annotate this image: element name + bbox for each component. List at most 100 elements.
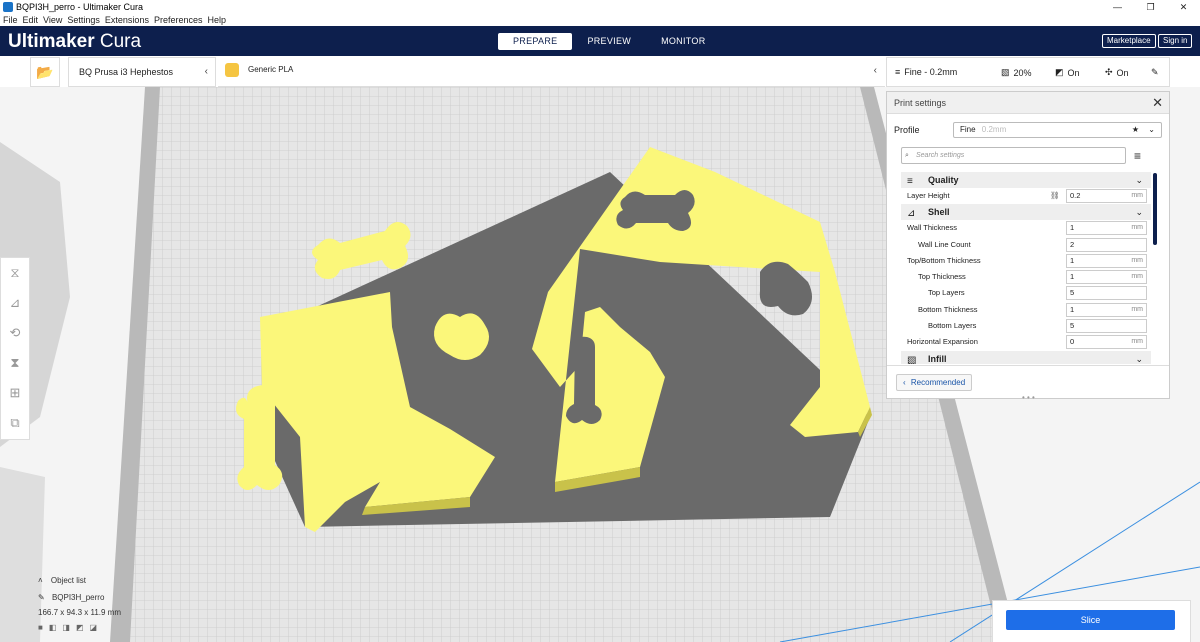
menu-settings[interactable]: Settings bbox=[67, 15, 100, 25]
adhesion-summary: ✣ On bbox=[1105, 67, 1129, 78]
menu-extensions[interactable]: Extensions bbox=[105, 15, 149, 25]
menu-help[interactable]: Help bbox=[207, 15, 226, 25]
support-icon: ◩ bbox=[1055, 67, 1064, 77]
object-list: ˄ Object list ✎ BQPI3H_perro 166.7 x 94.… bbox=[38, 576, 121, 632]
view-left-icon[interactable]: ◩ bbox=[76, 623, 84, 632]
menu-preferences[interactable]: Preferences bbox=[154, 15, 203, 25]
category-quality[interactable]: ≡ Quality ⌄ bbox=[901, 172, 1151, 188]
stage-tabs: PREPARE PREVIEW MONITOR bbox=[498, 33, 721, 50]
setting-value: 1 bbox=[1070, 272, 1075, 282]
setting-input[interactable]: 1 mm bbox=[1066, 221, 1147, 236]
settings-menu-icon[interactable]: ≡ bbox=[1134, 149, 1141, 163]
view-right-icon[interactable]: ◪ bbox=[90, 623, 98, 632]
category-infill[interactable]: ▧ Infill ⌄ bbox=[901, 350, 1151, 364]
setting-unit: mm bbox=[1131, 338, 1143, 346]
print-settings-panel: Print settings ✕ Profile Fine 0.2mm ★ ⌄ … bbox=[886, 91, 1170, 402]
setting-unit: mm bbox=[1131, 224, 1143, 232]
setting-row: Wall Line Count 2 bbox=[901, 237, 1151, 253]
menu-view[interactable]: View bbox=[43, 15, 62, 25]
tool-panel: ⧖ ⊿ ⟲ ⧗ ⊞ ⧉ bbox=[0, 257, 30, 440]
setting-unit: mm bbox=[1131, 192, 1143, 199]
profile-value: Fine bbox=[960, 125, 976, 134]
edit-settings-button[interactable]: ✎ bbox=[1151, 67, 1159, 78]
per-model-settings-icon[interactable]: ⊞ bbox=[1, 378, 29, 408]
chevron-left-icon: ‹ bbox=[204, 66, 208, 77]
view-front-icon[interactable]: ◧ bbox=[49, 623, 57, 632]
setting-label: Bottom Layers bbox=[928, 321, 977, 331]
setting-unit: mm bbox=[1131, 273, 1143, 281]
mirror-tool-icon[interactable]: ⧗ bbox=[1, 348, 29, 378]
category-label: Infill bbox=[928, 353, 947, 364]
open-file-button[interactable]: 📂 bbox=[30, 57, 60, 87]
setting-input[interactable]: 5 bbox=[1066, 319, 1147, 334]
setting-row: Top/Bottom Thickness 1 mm bbox=[901, 253, 1151, 269]
brand-logo: Ultimaker Cura bbox=[8, 31, 141, 53]
setting-input[interactable]: 2 bbox=[1066, 237, 1147, 252]
profile-summary: ≡ Fine - 0.2mm bbox=[895, 67, 957, 77]
setting-row: Horizontal Expansion 0 mm bbox=[901, 334, 1151, 350]
minimize-icon[interactable]: — bbox=[1101, 0, 1134, 14]
slice-button[interactable]: Slice bbox=[1006, 610, 1175, 630]
setting-input[interactable]: 0 mm bbox=[1066, 335, 1147, 350]
sign-in-button[interactable]: Sign in bbox=[1158, 34, 1193, 48]
print-setup-selector[interactable]: ≡ Fine - 0.2mm ▧ 20% ◩ On ✣ On ✎ bbox=[886, 57, 1170, 87]
setting-row: Layer Height ⛓ 0.2 mm bbox=[901, 188, 1151, 204]
chevron-down-icon: ⌄ bbox=[1148, 125, 1155, 134]
move-tool-icon[interactable]: ⧖ bbox=[1, 258, 29, 288]
tab-monitor[interactable]: MONITOR bbox=[646, 33, 720, 50]
restore-icon[interactable]: ❐ bbox=[1134, 0, 1167, 14]
printer-selector[interactable]: BQ Prusa i3 Hephestos ‹ bbox=[68, 57, 216, 87]
category-label: Quality bbox=[928, 175, 959, 185]
marketplace-button[interactable]: Marketplace bbox=[1102, 34, 1156, 48]
close-icon[interactable]: ✕ bbox=[1152, 92, 1163, 114]
chevron-up-icon: ˄ bbox=[38, 576, 43, 585]
setting-label: Top Layers bbox=[928, 288, 965, 298]
setting-value: 0 bbox=[1070, 337, 1075, 347]
cura-app-icon bbox=[3, 2, 13, 12]
close-icon[interactable]: ✕ bbox=[1167, 0, 1200, 14]
setting-row: Bottom Thickness 1 mm bbox=[901, 302, 1151, 318]
adhesion-icon: ✣ bbox=[1105, 67, 1113, 77]
link-icon: ⛓ bbox=[1050, 191, 1060, 200]
tab-prepare[interactable]: PREPARE bbox=[498, 33, 573, 50]
setting-input[interactable]: 1 mm bbox=[1066, 270, 1147, 285]
infill-label: 20% bbox=[1013, 67, 1032, 78]
setting-value: 1 bbox=[1070, 255, 1075, 265]
menu-edit[interactable]: Edit bbox=[23, 15, 39, 25]
profile-dropdown[interactable]: Fine 0.2mm ★ ⌄ bbox=[953, 122, 1162, 138]
setting-input[interactable]: 0.2 mm bbox=[1066, 189, 1147, 203]
recommended-button[interactable]: ‹ Recommended bbox=[896, 374, 973, 391]
pencil-icon[interactable]: ✎ bbox=[38, 593, 45, 602]
support-blocker-icon[interactable]: ⧉ bbox=[1, 408, 29, 438]
setting-label: Wall Thickness bbox=[907, 223, 958, 233]
setting-input[interactable]: 5 bbox=[1066, 286, 1147, 301]
star-icon[interactable]: ★ bbox=[1132, 123, 1139, 137]
infill-icon: ▧ bbox=[1001, 67, 1010, 77]
setting-input[interactable]: 1 mm bbox=[1066, 253, 1147, 268]
recommended-label: Recommended bbox=[910, 378, 966, 387]
setting-unit: mm bbox=[1131, 305, 1143, 313]
search-icon: ⌕ bbox=[905, 152, 909, 159]
setting-value: 2 bbox=[1070, 239, 1075, 249]
tab-preview[interactable]: PREVIEW bbox=[572, 33, 646, 50]
settings-scrollbar[interactable] bbox=[1153, 173, 1157, 245]
setting-row: Top Thickness 1 mm bbox=[901, 269, 1151, 285]
material-selector[interactable]: Generic PLA ‹ bbox=[218, 57, 885, 87]
scale-tool-icon[interactable]: ⊿ bbox=[1, 288, 29, 318]
view-top-icon[interactable]: ◨ bbox=[62, 623, 70, 632]
setting-input[interactable]: 1 mm bbox=[1066, 302, 1147, 317]
brand-main: Ultimaker bbox=[8, 31, 95, 52]
category-shell[interactable]: ⊿ Shell ⌄ bbox=[901, 204, 1151, 221]
rotate-tool-icon[interactable]: ⟲ bbox=[1, 318, 29, 348]
menu-file[interactable]: File bbox=[3, 15, 18, 25]
search-settings-input[interactable]: ⌕ Search settings bbox=[901, 147, 1126, 164]
quality-icon: ≡ bbox=[895, 67, 901, 77]
setting-value: 5 bbox=[1070, 321, 1075, 331]
view-3d-icon[interactable]: ■ bbox=[38, 623, 43, 632]
object-list-toggle[interactable]: ˄ Object list bbox=[38, 576, 121, 585]
window-title: BQPI3H_perro - Ultimaker Cura bbox=[16, 2, 144, 12]
resize-handle-icon[interactable]: • • • bbox=[1022, 393, 1035, 402]
chevron-down-icon: ⌄ bbox=[1135, 353, 1143, 364]
setting-row: Top Layers 5 bbox=[901, 285, 1151, 301]
brand-sub: Cura bbox=[99, 31, 142, 52]
